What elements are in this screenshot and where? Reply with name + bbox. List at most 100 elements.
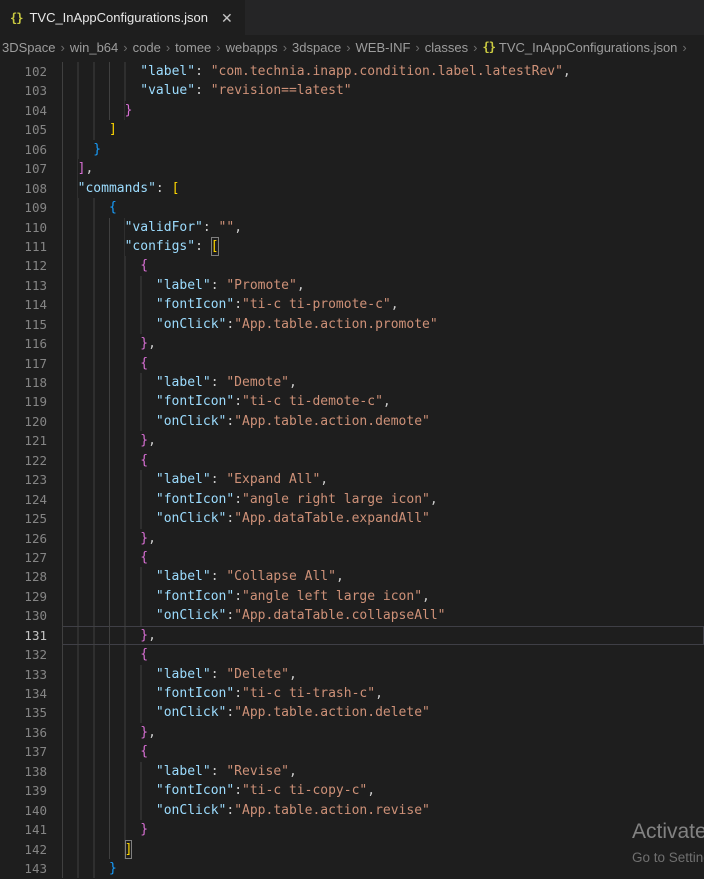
code-token: : bbox=[226, 606, 234, 625]
code-token: } bbox=[140, 529, 148, 548]
indent-guides bbox=[62, 451, 140, 470]
code-token: : bbox=[195, 237, 211, 256]
indent-guides bbox=[62, 218, 125, 237]
close-icon[interactable]: ✕ bbox=[221, 11, 233, 25]
code-line[interactable]: 103"value": "revision==latest" bbox=[0, 81, 704, 100]
indent-guides bbox=[62, 840, 125, 859]
code-line[interactable]: 108"commands": [ bbox=[0, 179, 704, 198]
code-line[interactable]: 131}, bbox=[0, 626, 704, 645]
code-line[interactable]: 135"onClick":"App.table.action.delete" bbox=[0, 703, 704, 722]
code-line[interactable]: 105] bbox=[0, 120, 704, 139]
code-token: , bbox=[148, 431, 156, 450]
code-line[interactable]: 143} bbox=[0, 859, 704, 878]
code-token: "onClick" bbox=[156, 606, 226, 625]
breadcrumb-item[interactable]: WEB-INF bbox=[356, 40, 411, 55]
code-line[interactable]: 125"onClick":"App.dataTable.expandAll" bbox=[0, 509, 704, 528]
code-line[interactable]: 126}, bbox=[0, 529, 704, 548]
code-line[interactable]: 127{ bbox=[0, 548, 704, 567]
code-token: , bbox=[148, 529, 156, 548]
code-line[interactable]: 138"label": "Revise", bbox=[0, 762, 704, 781]
code-line[interactable]: 111"configs": [ bbox=[0, 237, 704, 256]
code-token: [ bbox=[172, 179, 180, 198]
code-token: : bbox=[234, 392, 242, 411]
line-number: 137 bbox=[0, 742, 62, 761]
code-line[interactable]: 104} bbox=[0, 101, 704, 120]
code-token: : bbox=[234, 490, 242, 509]
code-editor[interactable]: 102"label": "com.technia.inapp.condition… bbox=[0, 59, 704, 878]
code-line[interactable]: 120"onClick":"App.table.action.demote" bbox=[0, 412, 704, 431]
code-token: : bbox=[234, 295, 242, 314]
code-token: "validFor" bbox=[125, 218, 203, 237]
code-token: { bbox=[140, 645, 148, 664]
line-number: 123 bbox=[0, 470, 62, 489]
code-line[interactable]: 106} bbox=[0, 140, 704, 159]
line-number: 124 bbox=[0, 490, 62, 509]
code-token: "fontIcon" bbox=[156, 392, 234, 411]
code-line[interactable]: 109{ bbox=[0, 198, 704, 217]
code-line[interactable]: 134"fontIcon":"ti-c ti-trash-c", bbox=[0, 684, 704, 703]
code-token: } bbox=[140, 626, 148, 645]
code-line[interactable]: 121}, bbox=[0, 431, 704, 450]
code-token: : bbox=[226, 315, 234, 334]
code-token: } bbox=[125, 101, 133, 120]
code-token: : bbox=[226, 703, 234, 722]
code-line[interactable]: 118"label": "Demote", bbox=[0, 373, 704, 392]
code-token: ] bbox=[78, 159, 86, 178]
code-token: "label" bbox=[156, 373, 211, 392]
code-line[interactable]: 142] bbox=[0, 840, 704, 859]
code-line[interactable]: 133"label": "Delete", bbox=[0, 665, 704, 684]
code-line[interactable]: 137{ bbox=[0, 742, 704, 761]
breadcrumb-item[interactable]: 3dspace bbox=[292, 40, 341, 55]
tab-tvc-inappconfigurations[interactable]: {} TVC_InAppConfigurations.json ✕ bbox=[0, 0, 245, 35]
breadcrumb-item[interactable]: tomee bbox=[175, 40, 211, 55]
code-token: "revision==latest" bbox=[211, 81, 352, 100]
code-line[interactable]: 115"onClick":"App.table.action.promote" bbox=[0, 315, 704, 334]
code-token: : bbox=[195, 62, 211, 81]
indent-guides bbox=[62, 276, 156, 295]
code-line[interactable]: 107], bbox=[0, 159, 704, 178]
breadcrumb-item[interactable]: win_b64 bbox=[70, 40, 118, 55]
code-line[interactable]: 123"label": "Expand All", bbox=[0, 470, 704, 489]
code-line[interactable]: 132{ bbox=[0, 645, 704, 664]
line-number: 140 bbox=[0, 801, 62, 820]
breadcrumb-item[interactable]: classes bbox=[425, 40, 468, 55]
code-line[interactable]: 110"validFor": "", bbox=[0, 218, 704, 237]
indent-guides bbox=[62, 626, 140, 645]
breadcrumb-file[interactable]: {}TVC_InAppConfigurations.json bbox=[482, 40, 677, 55]
code-token: "ti-c ti-trash-c" bbox=[242, 684, 375, 703]
code-token: , bbox=[367, 781, 375, 800]
indent-guides bbox=[62, 723, 140, 742]
code-line[interactable]: 116}, bbox=[0, 334, 704, 353]
code-line[interactable]: 122{ bbox=[0, 451, 704, 470]
code-line[interactable]: 128"label": "Collapse All", bbox=[0, 567, 704, 586]
code-token: "onClick" bbox=[156, 315, 226, 334]
code-line[interactable]: 130"onClick":"App.dataTable.collapseAll" bbox=[0, 606, 704, 625]
code-token: : bbox=[211, 470, 227, 489]
breadcrumb-item[interactable]: webapps bbox=[226, 40, 278, 55]
code-token: ] bbox=[125, 840, 133, 859]
breadcrumb-item[interactable]: code bbox=[133, 40, 161, 55]
code-line[interactable]: 117{ bbox=[0, 354, 704, 373]
code-line[interactable]: 129"fontIcon":"angle left large icon", bbox=[0, 587, 704, 606]
breadcrumb-separator-icon: › bbox=[346, 40, 350, 55]
code-line[interactable]: 136}, bbox=[0, 723, 704, 742]
code-line[interactable]: 114"fontIcon":"ti-c ti-promote-c", bbox=[0, 295, 704, 314]
code-token: "value" bbox=[140, 81, 195, 100]
code-line[interactable]: 113"label": "Promote", bbox=[0, 276, 704, 295]
code-token: "label" bbox=[156, 762, 211, 781]
code-line[interactable]: 119"fontIcon":"ti-c ti-demote-c", bbox=[0, 392, 704, 411]
indent-guides bbox=[62, 101, 125, 120]
code-line[interactable]: 124"fontIcon":"angle right large icon", bbox=[0, 490, 704, 509]
code-line[interactable]: 141} bbox=[0, 820, 704, 839]
code-line[interactable]: 112{ bbox=[0, 256, 704, 275]
line-number: 113 bbox=[0, 276, 62, 295]
breadcrumb-item[interactable]: 3DSpace bbox=[2, 40, 55, 55]
indent-guides bbox=[62, 645, 140, 664]
code-token: } bbox=[140, 431, 148, 450]
code-token: , bbox=[563, 62, 571, 81]
code-line[interactable]: 139"fontIcon":"ti-c ti-copy-c", bbox=[0, 781, 704, 800]
breadcrumb-separator-icon: › bbox=[166, 40, 170, 55]
code-line[interactable]: 102"label": "com.technia.inapp.condition… bbox=[0, 62, 704, 81]
code-line[interactable]: 140"onClick":"App.table.action.revise" bbox=[0, 801, 704, 820]
code-token: , bbox=[148, 334, 156, 353]
